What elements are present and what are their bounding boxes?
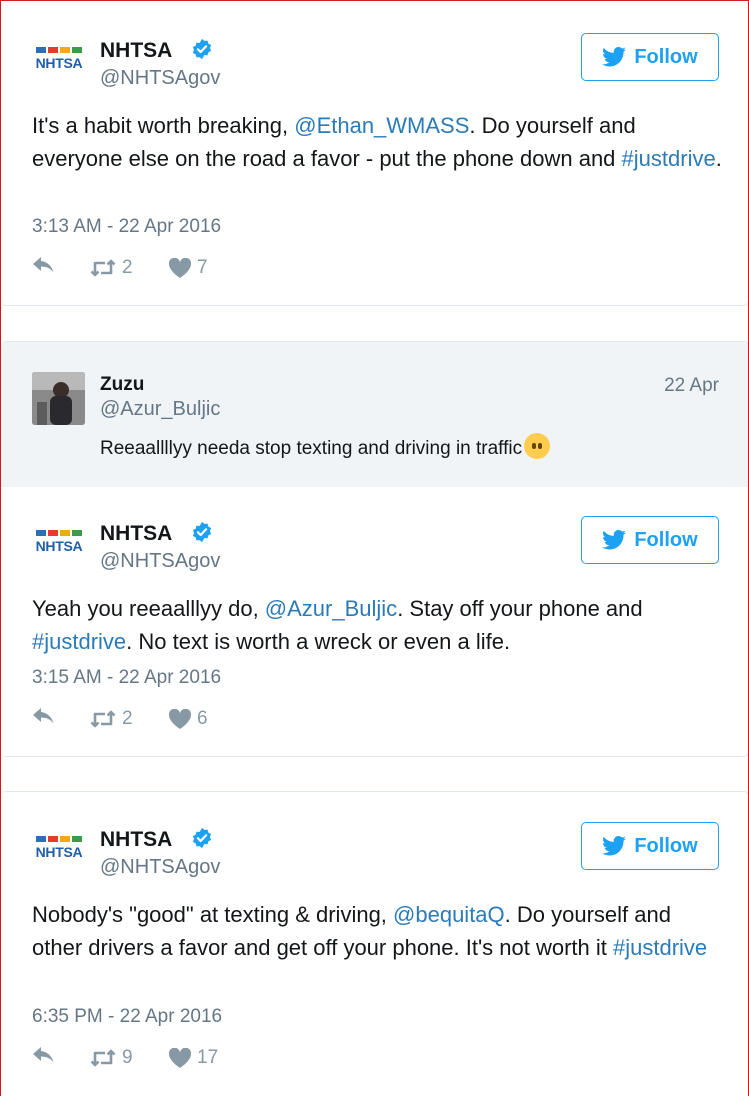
quoted-author-name[interactable]: Zuzu (100, 374, 144, 396)
retweet-icon (90, 1049, 116, 1067)
author-name[interactable]: NHTSA (100, 522, 172, 546)
text-segment: . (715, 145, 722, 171)
avatar[interactable] (32, 372, 85, 425)
follow-label: Follow (634, 528, 698, 551)
retweet-icon (90, 710, 116, 728)
hashtag-link[interactable]: #justdrive (622, 146, 716, 171)
text-segment: . No text is worth a wreck or even a lif… (126, 628, 511, 654)
mention-link[interactable]: @Azur_Buljic (265, 596, 397, 621)
follow-button[interactable]: Follow (581, 822, 719, 870)
tweet-thread-frame: NHTSA NHTSA @NHTSAgov Follow It's a habi… (0, 0, 749, 1096)
logo-stripes (36, 836, 82, 842)
tweet-card: Zuzu @Azur_Buljic 22 Apr Reeaallllyy nee… (1, 341, 748, 757)
twitter-bird-icon (602, 836, 627, 856)
retweet-count: 2 (122, 257, 133, 278)
heart-icon (169, 258, 191, 278)
reply-button[interactable] (32, 1047, 56, 1067)
reply-button[interactable] (32, 257, 56, 277)
author-handle[interactable]: @NHTSAgov (100, 856, 220, 879)
retweet-count: 2 (122, 708, 133, 729)
mention-link[interactable]: @bequitaQ (393, 902, 505, 927)
logo-stripes (36, 47, 82, 53)
mention-link[interactable]: @Ethan_WMASS (294, 113, 469, 138)
heart-icon (169, 709, 191, 729)
retweet-button[interactable]: 2 (90, 708, 133, 730)
quoted-text: Reeaallllyy needa stop texting and drivi… (100, 433, 551, 460)
author-handle[interactable]: @NHTSAgov (100, 550, 220, 573)
quoted-tweet[interactable]: Zuzu @Azur_Buljic 22 Apr Reeaallllyy nee… (1, 342, 748, 487)
like-button[interactable]: 6 (169, 708, 208, 730)
like-button[interactable]: 7 (169, 257, 208, 279)
heart-icon (169, 1048, 191, 1068)
text-segment: Yeah you reeaalllyy do, (32, 596, 265, 621)
tweet-card: NHTSA NHTSA @NHTSAgov Follow Nobody's "g… (1, 791, 748, 1096)
nhtsa-logo[interactable]: NHTSA (33, 517, 85, 569)
retweet-icon (90, 259, 116, 277)
reply-icon (33, 708, 54, 724)
logo-wordmark: NHTSA (35, 55, 83, 71)
reply-button[interactable] (32, 708, 56, 728)
like-button[interactable]: 17 (169, 1047, 218, 1069)
tweet-card: NHTSA NHTSA @NHTSAgov Follow It's a habi… (1, 1, 748, 306)
reply-icon (33, 257, 54, 273)
tweet-text: Nobody's "good" at texting & driving, @b… (32, 899, 722, 964)
speechless-face-icon (524, 433, 551, 459)
tweet-text: Yeah you reeaalllyy do, @Azur_Buljic. St… (32, 593, 722, 658)
like-count: 17 (197, 1047, 219, 1068)
retweet-count: 9 (122, 1047, 133, 1068)
like-count: 6 (197, 708, 208, 729)
retweet-button[interactable]: 2 (90, 257, 133, 279)
follow-button[interactable]: Follow (581, 33, 719, 81)
logo-stripes (36, 530, 82, 536)
twitter-bird-icon (602, 47, 627, 67)
retweet-button[interactable]: 9 (90, 1047, 133, 1069)
logo-wordmark: NHTSA (35, 844, 83, 860)
like-count: 7 (197, 257, 208, 278)
quoted-date[interactable]: 22 Apr (664, 375, 719, 397)
avatar-photo (32, 372, 85, 425)
verified-badge-icon (192, 827, 212, 849)
quoted-text-content: Reeaallllyy needa stop texting and drivi… (100, 438, 523, 459)
verified-badge-icon (192, 521, 212, 543)
verified-badge-icon (192, 38, 212, 60)
tweet-timestamp[interactable]: 3:13 AM - 22 Apr 2016 (32, 216, 221, 238)
follow-label: Follow (634, 45, 698, 68)
nhtsa-logo[interactable]: NHTSA (33, 823, 85, 875)
follow-label: Follow (634, 834, 698, 857)
text-segment: . Stay off your phone and (397, 596, 643, 621)
tweet-timestamp[interactable]: 3:15 AM - 22 Apr 2016 (32, 667, 221, 689)
nhtsa-logo[interactable]: NHTSA (33, 34, 85, 86)
author-name[interactable]: NHTSA (100, 828, 172, 852)
quoted-author-handle[interactable]: @Azur_Buljic (100, 398, 220, 421)
text-segment: Nobody's "good" at texting & driving, (32, 902, 394, 927)
tweet-text: It's a habit worth breaking, @Ethan_WMAS… (32, 110, 722, 175)
author-handle[interactable]: @NHTSAgov (100, 67, 220, 90)
hashtag-link[interactable]: #justdrive (32, 629, 126, 654)
follow-button[interactable]: Follow (581, 516, 719, 564)
twitter-bird-icon (602, 530, 627, 550)
text-segment: It's a habit worth breaking, (32, 113, 295, 138)
author-name[interactable]: NHTSA (100, 39, 172, 63)
tweet-timestamp[interactable]: 6:35 PM - 22 Apr 2016 (32, 1006, 222, 1028)
reply-icon (33, 1047, 54, 1063)
hashtag-link[interactable]: #justdrive (613, 935, 707, 960)
logo-wordmark: NHTSA (35, 538, 83, 554)
